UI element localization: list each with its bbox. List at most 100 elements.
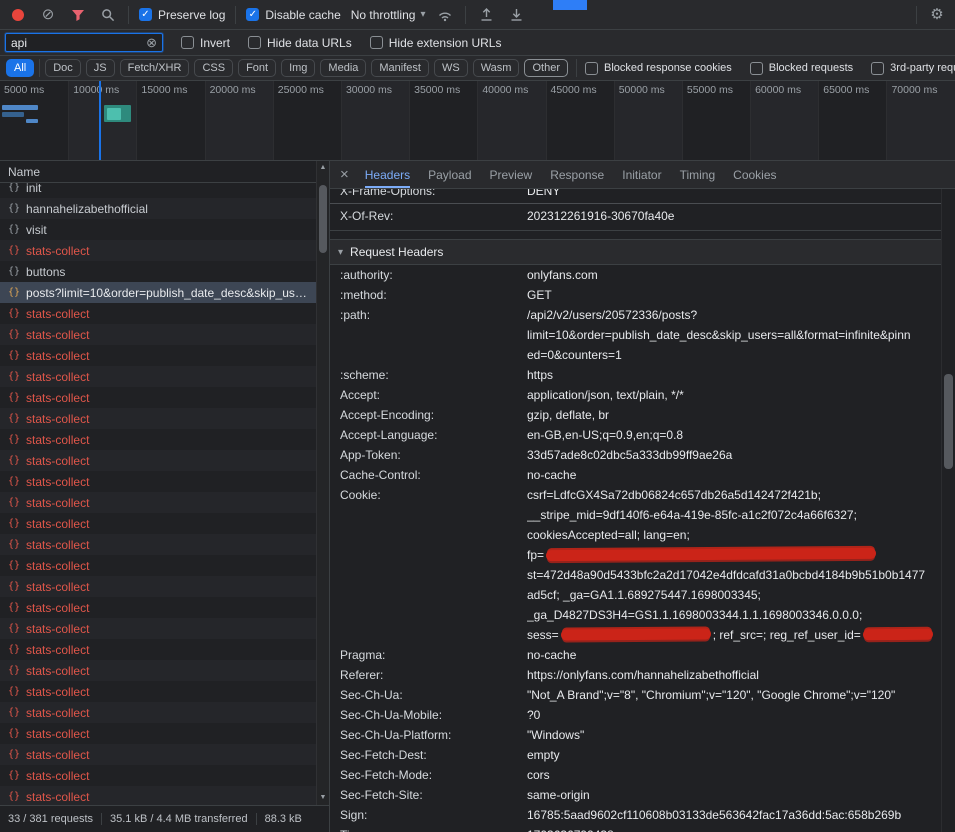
script-icon: {}	[8, 392, 20, 403]
export-har-button[interactable]	[506, 5, 526, 25]
request-row[interactable]: {}init	[0, 183, 329, 198]
import-har-button[interactable]	[476, 5, 496, 25]
toolbar-divider	[576, 59, 577, 77]
requests-scrollbar[interactable]: ▲ ▼	[316, 161, 329, 805]
request-name: stats-collect	[26, 412, 313, 426]
tab-headers[interactable]: Headers	[365, 161, 410, 188]
request-row[interactable]: {}visit	[0, 219, 329, 240]
checkbox-blocked-response-cookies[interactable]: Blocked response cookies	[585, 62, 732, 75]
request-row[interactable]: {}stats-collect	[0, 450, 329, 471]
request-row[interactable]: {}stats-collect	[0, 324, 329, 345]
chip-img[interactable]: Img	[281, 59, 315, 77]
name-column-header[interactable]: Name	[0, 161, 329, 183]
request-row[interactable]: {}stats-collect	[0, 366, 329, 387]
request-row[interactable]: {}hannahelizabethofficial	[0, 198, 329, 219]
request-row[interactable]: {}stats-collect	[0, 681, 329, 702]
header-value-line: application/json, text/plain, */*	[527, 385, 941, 405]
scrollbar-thumb[interactable]	[319, 185, 327, 253]
request-row[interactable]: {}stats-collect	[0, 534, 329, 555]
clear-filter-icon[interactable]: ⊗	[146, 36, 157, 49]
chip-manifest[interactable]: Manifest	[371, 59, 429, 77]
checkbox-label: Hide extension URLs	[389, 36, 502, 50]
redaction-scribble	[546, 548, 876, 561]
script-icon: {}	[8, 581, 20, 592]
checkbox-label: Blocked response cookies	[604, 62, 732, 74]
chip-css[interactable]: CSS	[194, 59, 233, 77]
scrollbar-thumb[interactable]	[944, 374, 953, 469]
chip-ws[interactable]: WS	[434, 59, 468, 77]
request-row[interactable]: {}stats-collect	[0, 345, 329, 366]
request-name: posts?limit=10&order=publish_date_desc&s…	[26, 286, 313, 300]
filter-input[interactable]: api ⊗	[5, 33, 163, 52]
checkbox-hide-data-urls[interactable]: Hide data URLs	[248, 36, 352, 50]
header-value: application/json, text/plain, */*	[527, 385, 941, 405]
request-name: visit	[26, 223, 313, 237]
details-scrollbar[interactable]	[941, 189, 955, 832]
throttling-select[interactable]: No throttling ▾	[351, 8, 426, 22]
timeline-overview[interactable]: 5000 ms10000 ms15000 ms20000 ms25000 ms3…	[0, 81, 955, 161]
header-row: X-Frame-Options:DENY	[330, 189, 941, 201]
request-row[interactable]: {}stats-collect	[0, 492, 329, 513]
request-row[interactable]: {}stats-collect	[0, 576, 329, 597]
tab-preview[interactable]: Preview	[490, 161, 533, 188]
record-button[interactable]	[8, 5, 28, 25]
tab-cookies[interactable]: Cookies	[733, 161, 776, 188]
request-row[interactable]: {}stats-collect	[0, 618, 329, 639]
request-row[interactable]: {}stats-collect	[0, 429, 329, 450]
request-row[interactable]: {}posts?limit=10&order=publish_date_desc…	[0, 282, 329, 303]
chip-fetch-xhr[interactable]: Fetch/XHR	[120, 59, 190, 77]
request-row[interactable]: {}stats-collect	[0, 471, 329, 492]
chip-media[interactable]: Media	[320, 59, 366, 77]
disable-cache-checkbox[interactable]: ✓ Disable cache	[246, 8, 340, 22]
search-button[interactable]	[98, 5, 118, 25]
chip-wasm[interactable]: Wasm	[473, 59, 520, 77]
request-row[interactable]: {}stats-collect	[0, 723, 329, 744]
request-row[interactable]: {}stats-collect	[0, 513, 329, 534]
request-row[interactable]: {}stats-collect	[0, 786, 329, 805]
checkbox-invert[interactable]: Invert	[181, 36, 230, 50]
header-key: :path:	[330, 305, 527, 365]
request-row[interactable]: {}stats-collect	[0, 555, 329, 576]
request-row[interactable]: {}stats-collect	[0, 744, 329, 765]
request-row[interactable]: {}stats-collect	[0, 303, 329, 324]
request-name: stats-collect	[26, 370, 313, 384]
tab-initiator[interactable]: Initiator	[622, 161, 661, 188]
chip-doc[interactable]: Doc	[45, 59, 81, 77]
scroll-down-icon[interactable]: ▼	[320, 794, 327, 801]
checkbox-hide-extension-urls[interactable]: Hide extension URLs	[370, 36, 502, 50]
checkbox-3rd-party-requests[interactable]: 3rd-party requests	[871, 62, 955, 75]
scroll-up-icon[interactable]: ▲	[320, 164, 327, 171]
script-icon: {}	[8, 560, 20, 571]
request-headers-section[interactable]: ▾ Request Headers	[330, 239, 941, 265]
header-value-line: empty	[527, 745, 941, 765]
request-row[interactable]: {}stats-collect	[0, 702, 329, 723]
tab-timing[interactable]: Timing	[680, 161, 716, 188]
preserve-log-checkbox[interactable]: ✓ Preserve log	[139, 8, 225, 22]
request-row[interactable]: {}stats-collect	[0, 639, 329, 660]
settings-button[interactable]: ⚙	[927, 5, 947, 25]
chip-font[interactable]: Font	[238, 59, 276, 77]
checkbox-blocked-requests[interactable]: Blocked requests	[750, 62, 853, 75]
script-icon: {}	[8, 308, 20, 319]
request-row[interactable]: {}stats-collect	[0, 765, 329, 786]
filter-checkbox-group: Invert Hide data URLs Hide extension URLs	[181, 36, 501, 50]
chip-other[interactable]: Other	[524, 59, 568, 77]
request-name: stats-collect	[26, 496, 313, 510]
close-icon[interactable]: ×	[340, 167, 349, 182]
request-row[interactable]: {}buttons	[0, 261, 329, 282]
clear-button[interactable]: ⊘	[38, 5, 58, 25]
timeline-label-cell: 10000 ms	[68, 81, 136, 160]
request-row[interactable]: {}stats-collect	[0, 240, 329, 261]
chip-all[interactable]: All	[6, 59, 34, 77]
request-row[interactable]: {}stats-collect	[0, 597, 329, 618]
tab-response[interactable]: Response	[550, 161, 604, 188]
filter-button[interactable]	[68, 5, 88, 25]
request-row[interactable]: {}stats-collect	[0, 387, 329, 408]
network-conditions-button[interactable]	[435, 5, 455, 25]
timeline-label-cell: 40000 ms	[477, 81, 545, 160]
request-row[interactable]: {}stats-collect	[0, 660, 329, 681]
chip-js[interactable]: JS	[86, 59, 115, 77]
tab-payload[interactable]: Payload	[428, 161, 471, 188]
request-row[interactable]: {}stats-collect	[0, 408, 329, 429]
header-value-line: csrf=LdfcGX4Sa72db06824c657db26a5d142472…	[527, 485, 941, 505]
